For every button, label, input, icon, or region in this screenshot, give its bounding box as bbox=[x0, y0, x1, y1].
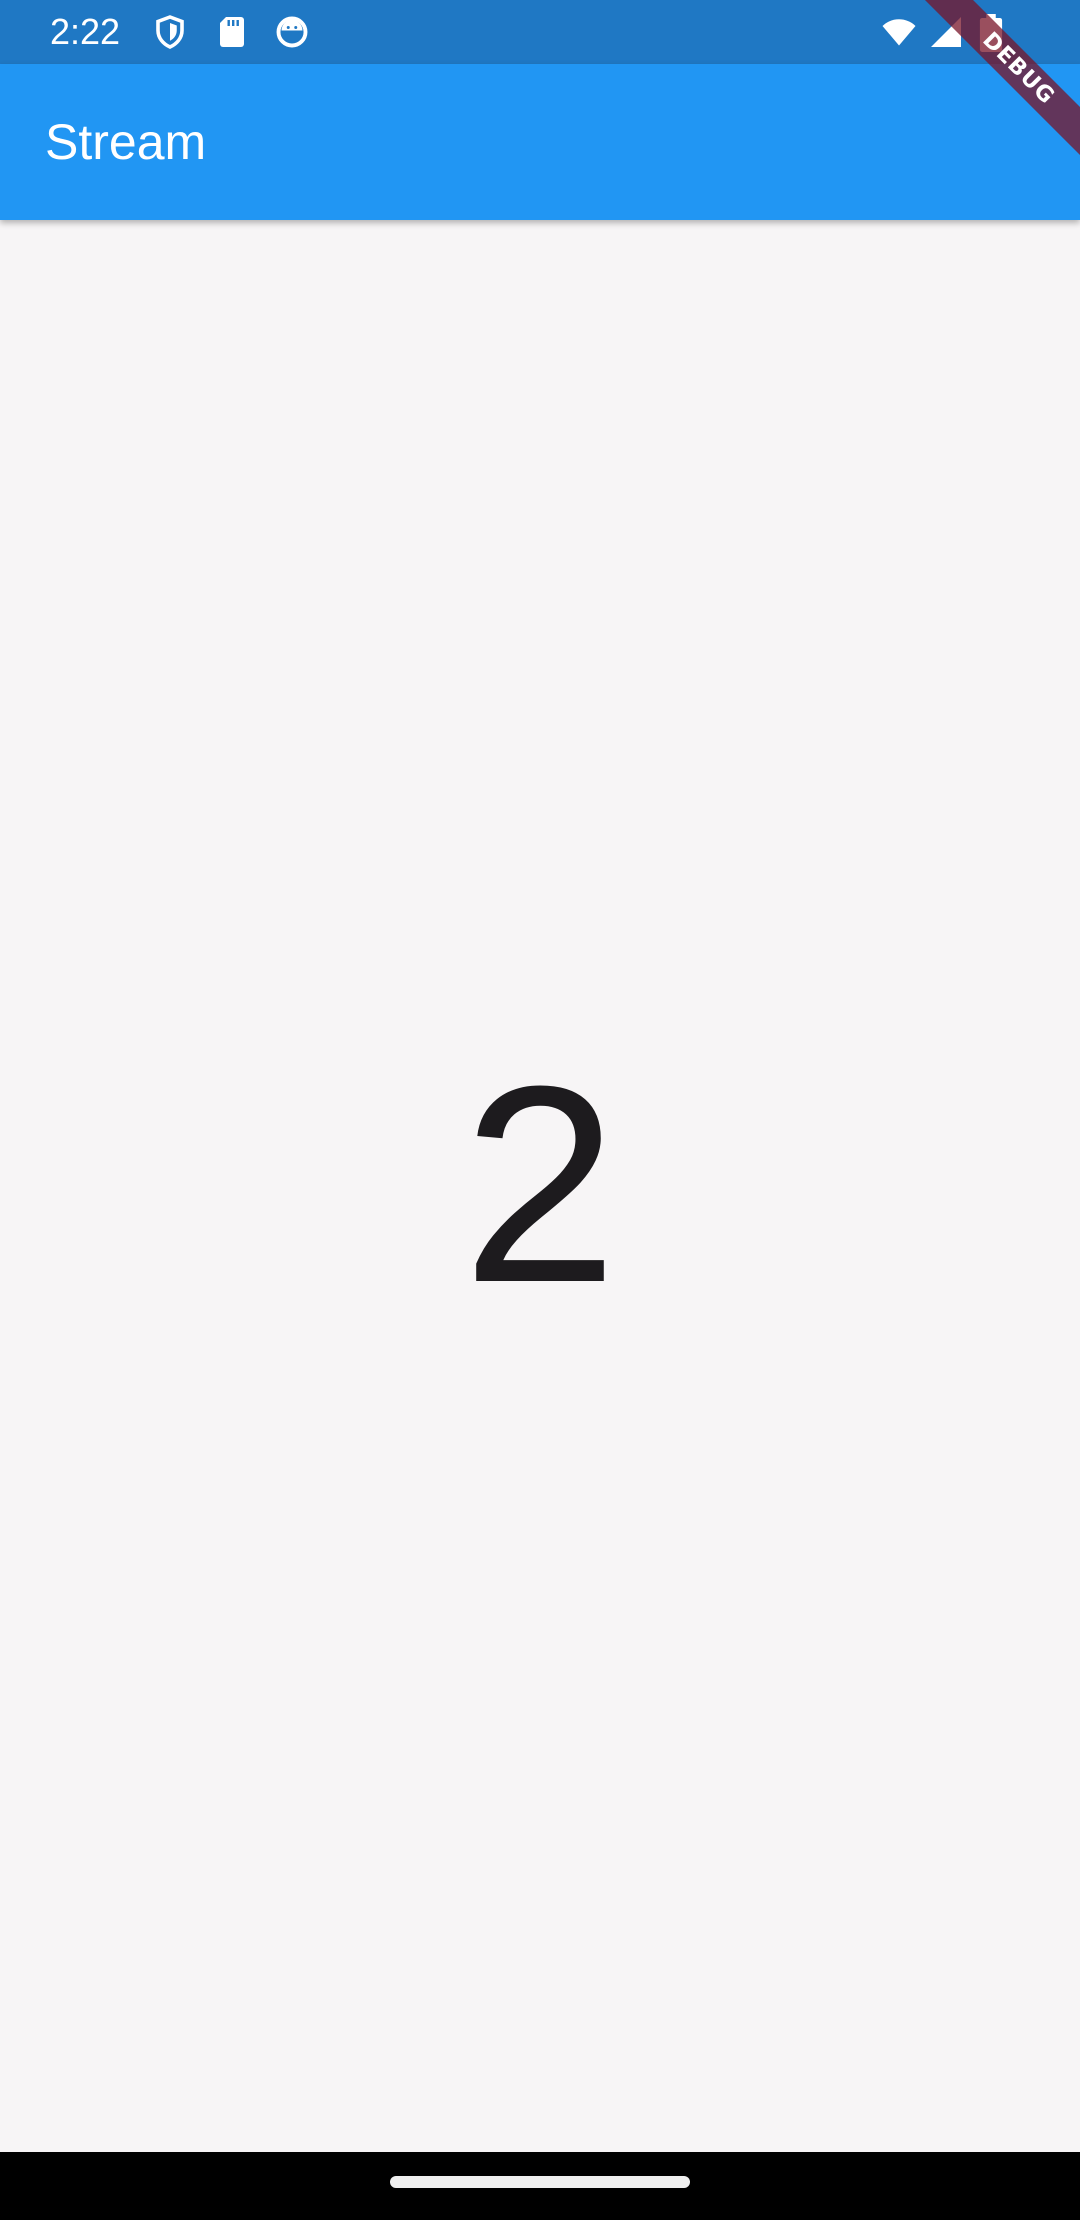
status-time: 2:22 bbox=[50, 11, 121, 52]
shield-icon bbox=[152, 14, 188, 50]
stream-counter-value: 2 bbox=[462, 1029, 618, 1341]
app-title: Stream bbox=[45, 114, 207, 170]
app-screen: 2:22 Stream DEBUG 2 bbox=[0, 0, 1080, 2220]
sd-card-icon bbox=[214, 14, 250, 50]
system-navigation-bar bbox=[0, 2152, 1080, 2220]
battery-icon bbox=[978, 14, 1004, 52]
app-notification-icon bbox=[274, 14, 310, 50]
home-gesture-handle[interactable] bbox=[390, 2176, 690, 2188]
app-bar: Stream bbox=[0, 64, 1080, 220]
wifi-icon bbox=[880, 14, 916, 50]
cellular-signal-icon bbox=[928, 14, 964, 50]
main-content: 2 bbox=[0, 220, 1080, 2152]
status-bar: 2:22 bbox=[0, 0, 1080, 64]
